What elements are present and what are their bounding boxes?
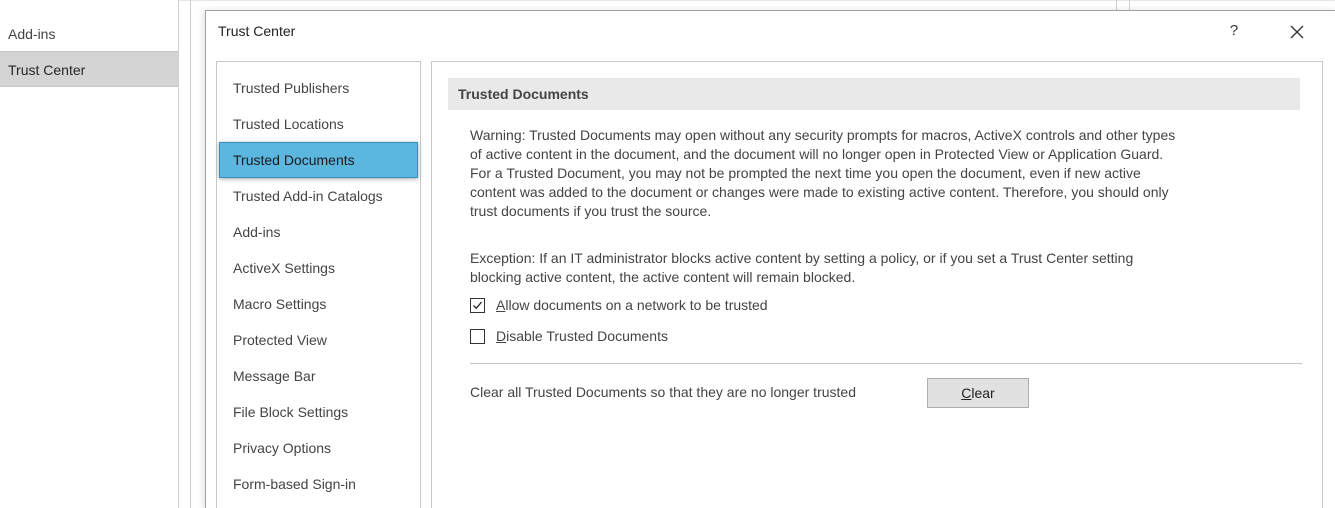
dialog-title: Trust Center: [218, 23, 296, 39]
category-form-based-sign-in[interactable]: Form-based Sign-in: [219, 466, 418, 502]
category-trusted-publishers[interactable]: Trusted Publishers: [219, 70, 418, 106]
accelerator-key: A: [496, 297, 506, 313]
category-list: Trusted Publishers Trusted Locations Tru…: [216, 61, 421, 508]
disable-trusted-documents-checkbox[interactable]: Disable Trusted Documents: [470, 326, 668, 346]
warning-line: content was added to the document or cha…: [470, 184, 1169, 200]
warning-text: Warning: Trusted Documents may open with…: [470, 126, 1306, 221]
close-button[interactable]: [1284, 19, 1310, 45]
category-privacy-options[interactable]: Privacy Options: [219, 430, 418, 466]
category-activex-settings[interactable]: ActiveX Settings: [219, 250, 418, 286]
background-options-nav: Add-ins Trust Center: [0, 0, 178, 508]
background-divider: [190, 0, 191, 508]
warning-line: Warning: Trusted Documents may open with…: [470, 127, 1176, 143]
category-file-block-settings[interactable]: File Block Settings: [219, 394, 418, 430]
clear-description: Clear all Trusted Documents so that they…: [470, 384, 856, 400]
section-header: Trusted Documents: [448, 78, 1300, 110]
category-trusted-add-in-catalogs[interactable]: Trusted Add-in Catalogs: [219, 178, 418, 214]
background-window-top-border: [0, 0, 1335, 1]
warning-line: of active content in the document, and t…: [470, 146, 1164, 162]
exception-line: blocking active content, the active cont…: [470, 269, 856, 285]
disable-trusted-documents-label: Disable Trusted Documents: [496, 328, 668, 344]
allow-network-documents-label: Allow documents on a network to be trust…: [496, 297, 768, 313]
help-button[interactable]: ?: [1222, 19, 1246, 43]
category-message-bar[interactable]: Message Bar: [219, 358, 418, 394]
background-divider: [178, 0, 179, 508]
category-trusted-documents[interactable]: Trusted Documents: [219, 142, 418, 178]
category-trusted-locations[interactable]: Trusted Locations: [219, 106, 418, 142]
trusted-documents-panel: Trusted Documents Warning: Trusted Docum…: [431, 61, 1323, 508]
accelerator-key: C: [961, 385, 972, 401]
checkbox-box[interactable]: [470, 328, 485, 344]
warning-line: trust documents if you trust the source.: [470, 203, 712, 219]
category-add-ins[interactable]: Add-ins: [219, 214, 418, 250]
button-label: lear: [971, 385, 995, 401]
category-macro-settings[interactable]: Macro Settings: [219, 286, 418, 322]
background-nav-item-add-ins[interactable]: Add-ins: [0, 16, 178, 52]
exception-text: Exception: If an IT administrator blocks…: [470, 249, 1270, 287]
close-icon: [1290, 25, 1304, 39]
allow-network-documents-checkbox[interactable]: Allow documents on a network to be trust…: [470, 295, 768, 315]
label-text: isable Trusted Documents: [506, 328, 668, 344]
checkmark-icon: [473, 301, 483, 309]
category-protected-view[interactable]: Protected View: [219, 322, 418, 358]
checkbox-box[interactable]: [470, 297, 485, 313]
trust-center-dialog: Trust Center ? Trusted Publishers Truste…: [205, 10, 1335, 508]
exception-line: Exception: If an IT administrator blocks…: [470, 250, 1134, 266]
accelerator-key: D: [496, 328, 507, 344]
warning-line: For a Trusted Document, you may not be p…: [470, 165, 1141, 181]
clear-button[interactable]: Clear: [927, 378, 1029, 408]
label-text: llow documents on a network to be truste…: [505, 297, 768, 313]
background-nav-item-trust-center[interactable]: Trust Center: [0, 51, 178, 87]
separator: [470, 363, 1302, 364]
